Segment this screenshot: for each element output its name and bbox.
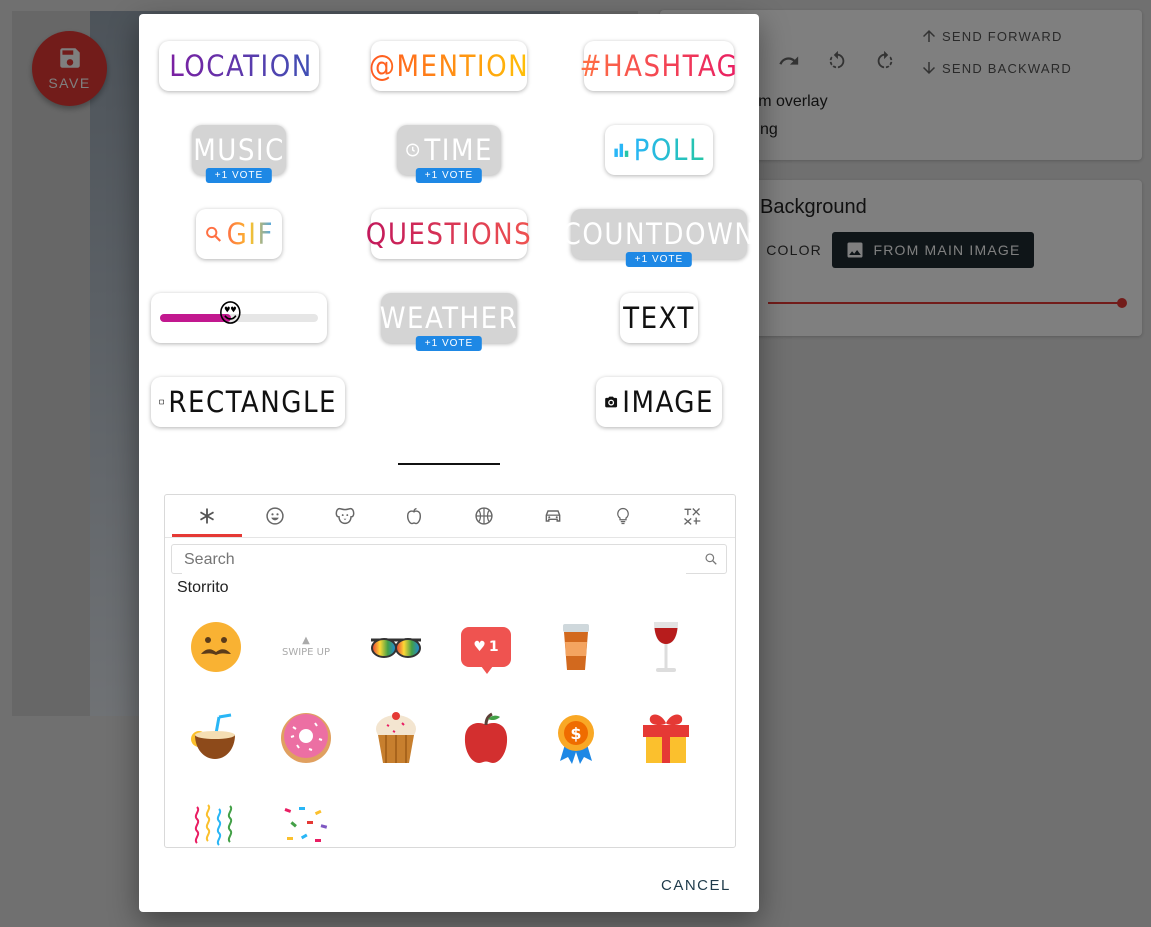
symbols-icon [684, 508, 701, 525]
tab-travel[interactable] [518, 495, 588, 537]
tab-food[interactable] [379, 495, 449, 537]
weather-label: WEATHER [379, 301, 519, 335]
mention-label: @MENTION [368, 49, 530, 83]
car-icon [545, 510, 561, 522]
emoji-slider-track: 😍 [160, 299, 318, 329]
tab-symbols[interactable] [657, 495, 727, 537]
music-label: MUSIC [193, 133, 285, 167]
poll-label: POLL [633, 133, 705, 167]
camera-icon [605, 396, 618, 408]
smiley-icon [266, 507, 284, 525]
weather-sticker[interactable]: WEATHER +1 VOTE [379, 293, 519, 351]
basketball-icon [475, 507, 493, 525]
donut-icon [281, 713, 331, 763]
tab-activity[interactable] [449, 495, 519, 537]
swipe-up-arrow-icon: ▲ [302, 635, 310, 646]
emoji-picker: Storrito ▲ SWIPE UP ♥ 1 [164, 494, 736, 848]
location-sticker[interactable]: LOCATION [159, 41, 319, 91]
time-vote-badge: +1 VOTE [415, 168, 483, 183]
apple-icon [407, 507, 421, 525]
coffee-cup-icon [563, 624, 589, 670]
section-divider [398, 463, 500, 465]
gift-sticker[interactable] [636, 708, 696, 768]
search-icon [705, 553, 717, 565]
hashtag-sticker[interactable]: #HASHTAG [580, 41, 737, 91]
square-outline-icon [159, 399, 164, 405]
rainbow-glasses-sticker[interactable] [366, 617, 426, 677]
image-sticker[interactable]: IMAGE [596, 377, 722, 427]
music-vote-badge: +1 VOTE [205, 168, 273, 183]
asterisk-icon [200, 508, 214, 524]
wine-glass-icon [654, 622, 678, 672]
emoji-search[interactable] [171, 544, 727, 574]
active-tab-indicator [172, 534, 242, 537]
apple-sticker[interactable] [456, 708, 516, 768]
lightbulb-icon [617, 507, 629, 525]
questions-label: QUESTIONS [365, 217, 533, 251]
medal-icon: $ [558, 715, 594, 764]
tab-objects[interactable] [588, 495, 658, 537]
gif-label: GIF [226, 217, 274, 251]
mustache-face-icon [191, 622, 241, 672]
image-label: IMAGE [622, 385, 714, 419]
coconut-drink-icon [191, 713, 235, 759]
sunglasses-icon [371, 638, 421, 658]
tab-frequent[interactable] [172, 495, 242, 537]
notification-tail [481, 666, 493, 674]
heart-eyes-emoji: 😍 [218, 299, 244, 329]
time-label: TIME [424, 133, 493, 167]
like-count: 1 [488, 639, 499, 655]
swipe-up-text: SWIPE UP [281, 647, 331, 658]
coconut-drink-sticker[interactable] [186, 708, 246, 768]
red-apple-icon [464, 712, 508, 763]
questions-sticker[interactable]: QUESTIONS [366, 209, 531, 259]
confetti-icon [284, 807, 328, 842]
countdown-vote-badge: +1 VOTE [625, 252, 693, 267]
streamers-icon [194, 804, 233, 846]
swipe-up-sticker[interactable]: ▲ SWIPE UP [276, 617, 336, 677]
mustache-face-sticker[interactable] [186, 617, 246, 677]
music-sticker[interactable]: MUSIC +1 VOTE [192, 125, 286, 183]
bar-chart-icon [614, 143, 629, 157]
time-sticker[interactable]: TIME +1 VOTE [397, 125, 501, 183]
countdown-label: COUNTDOWN [562, 217, 756, 251]
mention-sticker[interactable]: @MENTION [368, 41, 530, 91]
heart-icon: ♥ [473, 639, 486, 655]
category-label: Storrito [177, 579, 229, 596]
emoji-slider-sticker[interactable]: 😍 [151, 293, 327, 343]
cancel-button[interactable]: CANCEL [661, 877, 731, 894]
location-label: LOCATION [169, 49, 313, 83]
tab-animals[interactable] [310, 495, 380, 537]
dog-icon [335, 507, 355, 525]
medal-sticker[interactable]: $ [546, 708, 606, 768]
text-sticker[interactable]: TEXT [620, 293, 698, 343]
emoji-category-tabs [165, 495, 735, 538]
confetti-sticker[interactable] [276, 798, 336, 847]
coffee-cup-sticker[interactable] [546, 617, 606, 677]
streamers-sticker[interactable] [186, 798, 246, 847]
donut-sticker[interactable] [276, 708, 336, 768]
rectangle-label: RECTANGLE [168, 385, 337, 419]
rectangle-sticker[interactable]: RECTANGLE [151, 377, 345, 427]
sticker-dialog: LOCATION @MENTION #HASHTAG MUSIC +1 VOTE… [139, 14, 759, 912]
tab-smileys[interactable] [240, 495, 310, 537]
cupcake-icon [376, 712, 416, 763]
clock-icon [406, 143, 420, 157]
emoji-search-input[interactable] [182, 546, 686, 574]
poll-sticker[interactable]: POLL [605, 125, 713, 175]
hashtag-label: #HASHTAG [579, 49, 739, 83]
cupcake-sticker[interactable] [366, 708, 426, 768]
svg-text:$: $ [570, 724, 581, 743]
countdown-sticker[interactable]: COUNTDOWN +1 VOTE [563, 209, 754, 267]
gift-box-icon [643, 714, 689, 763]
wine-glass-sticker[interactable] [636, 617, 696, 677]
like-notification-sticker[interactable]: ♥ 1 [456, 617, 516, 677]
weather-vote-badge: +1 VOTE [415, 336, 483, 351]
text-label: TEXT [623, 301, 695, 335]
gif-sticker[interactable]: GIF [196, 209, 282, 259]
search-icon [206, 226, 222, 242]
